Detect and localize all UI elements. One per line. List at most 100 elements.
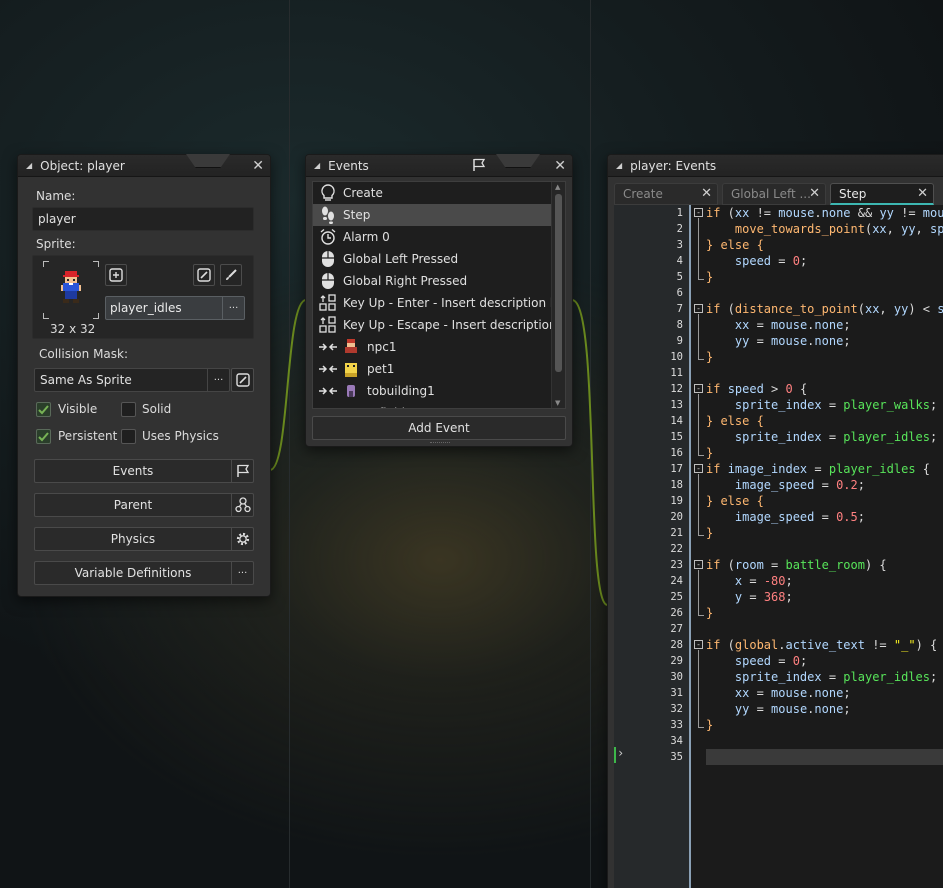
line-number: 34 [670, 735, 683, 747]
event-item[interactable]: Key Up - Escape - Insert description her… [313, 314, 565, 336]
line-number: 20 [670, 511, 683, 523]
code-line: } [706, 606, 714, 620]
physics-button-label: Physics [110, 532, 156, 546]
resize-grip[interactable] [430, 442, 450, 444]
name-input[interactable]: player [32, 207, 254, 231]
close-tab-icon[interactable]: ✕ [701, 186, 712, 201]
more-options-icon: ··· [231, 562, 253, 584]
sprite-select[interactable]: player_idles ··· [105, 296, 245, 320]
code-line: speed = 0; [734, 654, 808, 668]
key-up-icon [317, 292, 339, 314]
lightbulb-icon [317, 182, 339, 204]
variable-definitions-label: Variable Definitions [74, 566, 192, 580]
physics-button[interactable]: Physics [34, 527, 254, 551]
event-item-label: Global Left Pressed [343, 252, 459, 266]
object-window-titlebar[interactable]: ◢ Object: player ✕ [18, 154, 270, 177]
fold-guide-line [698, 314, 699, 359]
line-number: 15 [670, 431, 683, 443]
event-item[interactable]: pet1 [313, 358, 565, 380]
new-sprite-icon [109, 268, 123, 282]
current-line-highlight [706, 749, 943, 765]
code-window-title: player: Events [630, 158, 717, 173]
sprite-preview[interactable] [43, 261, 99, 319]
variable-definitions-button[interactable]: Variable Definitions ··· [34, 561, 254, 585]
sprite-browse-button[interactable]: ··· [222, 297, 244, 319]
fold-end-marker [698, 455, 704, 456]
collision-mask-value: Same As Sprite [40, 373, 132, 387]
fold-toggle-icon[interactable]: - [694, 384, 703, 393]
event-list[interactable]: Create Step Alarm 0 Global Left Pressed Glob… [312, 181, 566, 409]
event-item[interactable]: Step [313, 204, 565, 226]
line-number: 21 [670, 527, 683, 539]
fold-toggle-icon[interactable]: - [694, 304, 703, 313]
solid-checkbox[interactable] [121, 402, 136, 417]
event-item-label: Key Up - Enter - Insert description here [343, 296, 566, 310]
collapse-icon[interactable]: ◢ [26, 161, 32, 170]
event-list-scrollbar[interactable]: ▲ ▼ [551, 182, 565, 408]
visible-checkbox[interactable] [36, 402, 51, 417]
tab-global-left[interactable]: Global Left ... ✕ [722, 183, 826, 205]
collision-mask-select[interactable]: Same As Sprite ··· [34, 368, 230, 392]
events-button[interactable]: Events [34, 459, 254, 483]
collision-mask-browse-button[interactable]: ··· [207, 369, 229, 391]
line-number: 11 [670, 367, 683, 379]
close-icon[interactable]: ✕ [554, 158, 566, 174]
line-number: 14 [670, 415, 683, 427]
edit-sprite-button[interactable] [193, 264, 215, 286]
parent-button[interactable]: Parent [34, 493, 254, 517]
persistent-checkbox[interactable] [36, 429, 51, 444]
event-item[interactable]: Key Up - Enter - Insert description here [313, 292, 565, 314]
add-event-button[interactable]: Add Event [312, 416, 566, 440]
add-event-label: Add Event [408, 421, 470, 435]
code-line: if (xx != mouse.none && yy != mouse [706, 206, 943, 220]
solid-label: Solid [142, 402, 172, 416]
field-sprite-icon [343, 405, 359, 408]
line-number-gutter: 1 2 3 4 5 6 7 8 9 10 11 12 13 14 15 16 17 18 19 20 21 22 23 24 2… [614, 205, 691, 888]
fold-toggle-icon[interactable]: - [694, 208, 703, 217]
event-item-label: tofield1 [367, 406, 413, 408]
code-window-titlebar[interactable]: ◢ player: Events [608, 155, 943, 177]
close-icon[interactable]: ✕ [252, 158, 264, 174]
line-number: 19 [670, 495, 683, 507]
code-line: if speed > 0 { [706, 382, 808, 396]
code-line: yy = mouse.none; [734, 702, 851, 716]
events-window-titlebar[interactable]: ◢ Events ✕ [306, 154, 572, 177]
sprite-select-value: player_idles [110, 301, 182, 315]
alarm-clock-icon [317, 226, 339, 248]
fold-toggle-icon[interactable]: - [694, 464, 703, 473]
fold-toggle-icon[interactable]: - [694, 640, 703, 649]
sprite-brush-button[interactable] [220, 264, 242, 286]
event-item[interactable]: Global Left Pressed [313, 248, 565, 270]
line-number: 9 [676, 335, 683, 347]
new-sprite-button[interactable] [105, 264, 127, 286]
event-item[interactable]: Alarm 0 [313, 226, 565, 248]
line-number: 3 [676, 239, 683, 251]
close-tab-icon[interactable]: ✕ [809, 186, 820, 201]
workspace-guide-line [289, 0, 290, 888]
line-number: 16 [670, 447, 683, 459]
event-item[interactable]: Create [313, 182, 565, 204]
close-tab-icon[interactable]: ✕ [917, 186, 928, 201]
event-item[interactable]: tofield1 [313, 402, 565, 408]
code-line: if (global.active_text != "_") { [706, 638, 938, 652]
event-item[interactable]: tobuilding1 [313, 380, 565, 402]
tab-step[interactable]: Step ✕ [830, 183, 934, 205]
fold-end-marker [698, 359, 704, 360]
code-line: xx = mouse.none; [734, 318, 851, 332]
fold-toggle-icon[interactable]: - [694, 560, 703, 569]
collapse-icon[interactable]: ◢ [314, 161, 320, 170]
event-item[interactable]: Global Right Pressed [313, 270, 565, 292]
event-item[interactable]: npc1 [313, 336, 565, 358]
workspace-guide-line [590, 0, 591, 888]
gear-icon [236, 532, 249, 546]
mouse-icon [317, 248, 339, 270]
code-editor[interactable]: 1 2 3 4 5 6 7 8 9 10 11 12 13 14 15 16 17 18 19 20 21 22 23 24 2… [614, 205, 943, 888]
edit-collision-mask-button[interactable] [231, 368, 254, 392]
uses-physics-checkbox[interactable] [121, 429, 136, 444]
collapse-icon[interactable]: ◢ [616, 161, 622, 170]
tab-create[interactable]: Create ✕ [614, 183, 718, 205]
object-window: ◢ Object: player ✕ Name: player Sprite: [17, 154, 271, 597]
scrollbar-thumb[interactable] [555, 194, 562, 372]
event-tab-bar: Create ✕ Global Left ... ✕ Step ✕ [614, 183, 938, 205]
key-up-icon [317, 314, 339, 336]
